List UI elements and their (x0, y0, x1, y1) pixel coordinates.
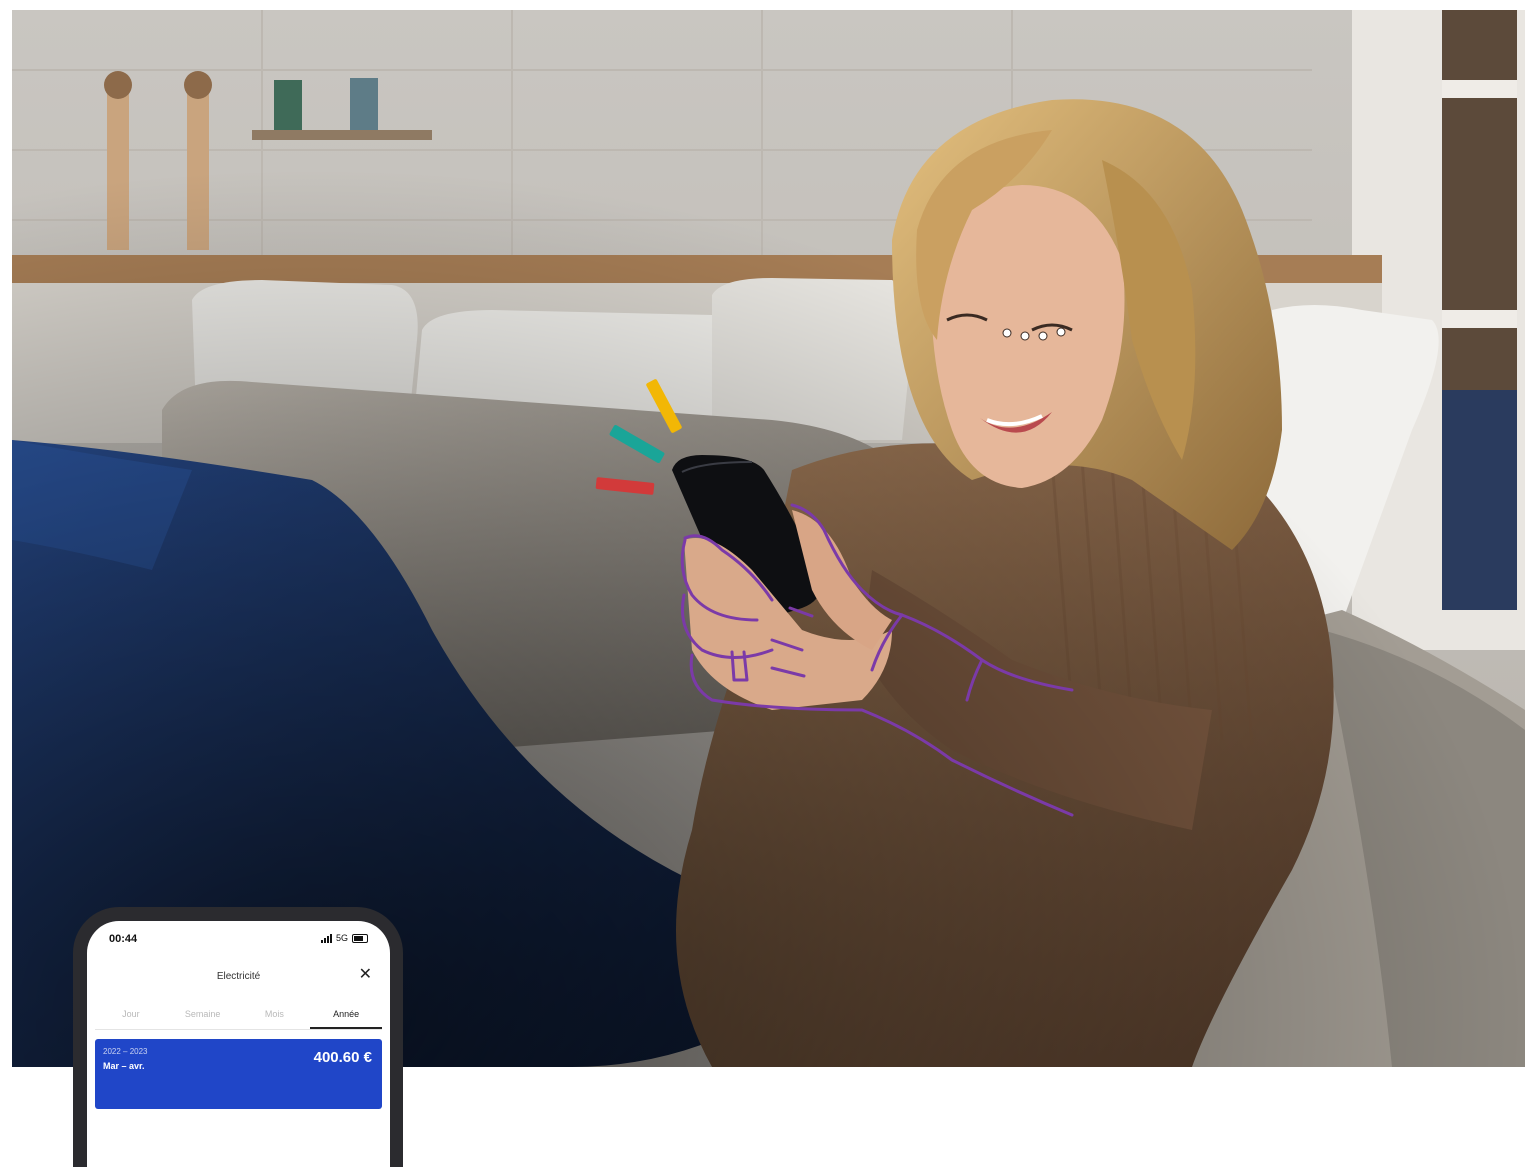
period-tabs: Jour Semaine Mois Année (95, 1001, 382, 1030)
period-months: Mar – avr. (103, 1061, 145, 1071)
network-label: 5G (335, 933, 348, 943)
phone-screen: 00:44 5G Electricité ✕ Jour Semaine Mois… (87, 921, 390, 1171)
status-bar: 00:44 5G (87, 921, 390, 955)
tab-jour[interactable]: Jour (95, 1001, 167, 1029)
battery-icon (352, 933, 368, 943)
status-indicators: 5G (320, 933, 368, 943)
tab-semaine[interactable]: Semaine (167, 1001, 239, 1029)
screen-header: Electricité ✕ (87, 965, 390, 991)
signal-icon (320, 933, 332, 943)
period-card[interactable]: 2022 – 2023 Mar – avr. 400.60 € (95, 1039, 382, 1109)
period-years: 2022 – 2023 (103, 1047, 148, 1056)
period-amount: 400.60 € (313, 1049, 372, 1066)
status-time: 00:44 (109, 933, 138, 945)
close-icon[interactable]: ✕ (359, 967, 372, 983)
screen-title: Electricité (216, 971, 261, 982)
tab-annee[interactable]: Année (310, 1001, 382, 1029)
tab-mois[interactable]: Mois (239, 1001, 311, 1029)
phone-mockup: 00:44 5G Electricité ✕ Jour Semaine Mois… (73, 907, 403, 1171)
